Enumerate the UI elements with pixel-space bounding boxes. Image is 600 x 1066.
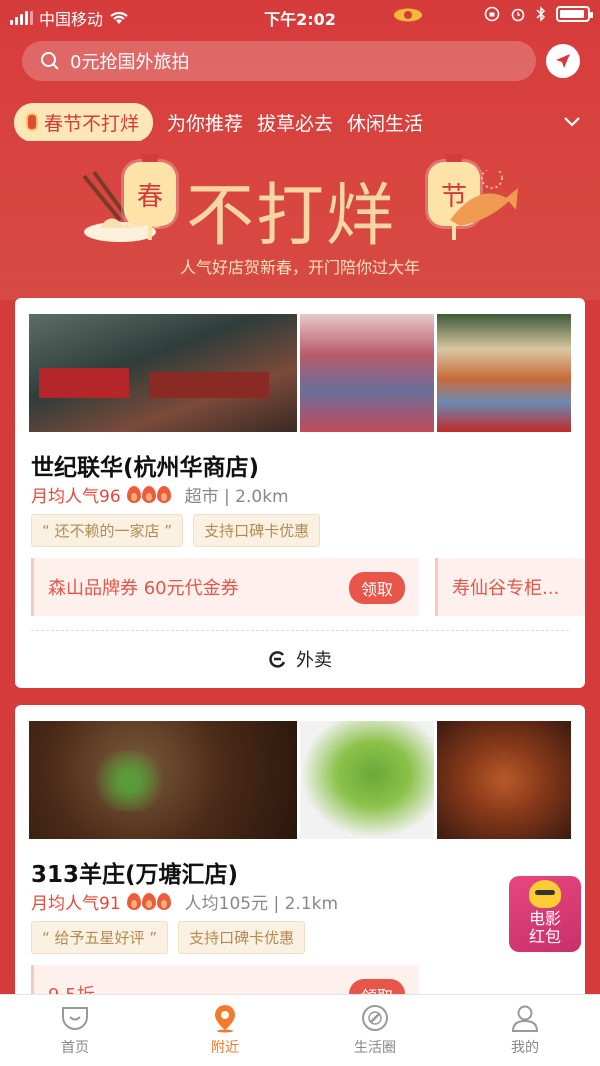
- battery-icon: [556, 6, 593, 22]
- shop-tags: “ 还不赖的一家店 ” 支持口碑卡优惠: [31, 514, 321, 547]
- claim-button[interactable]: 领取: [348, 572, 405, 604]
- rotation-lock-icon: [484, 6, 500, 22]
- compass-icon: [362, 1005, 388, 1031]
- shop-photo: [300, 721, 434, 839]
- alarm-icon: [511, 8, 525, 22]
- location-pin-icon: [215, 1005, 235, 1033]
- nav-life-circle-label: 生活圈: [354, 1040, 396, 1056]
- popularity-flames: [126, 893, 171, 910]
- nav-nearby-label: 附近: [211, 1040, 239, 1056]
- review-tag: “ 给予五星好评 ”: [31, 921, 169, 954]
- nav-mine-label: 我的: [511, 1040, 539, 1056]
- tab-leisure[interactable]: 休闲生活: [347, 109, 423, 136]
- tab-must-go[interactable]: 拔草必去: [257, 109, 333, 136]
- nav-nearby[interactable]: 附近: [150, 995, 300, 1066]
- flame-icon: [156, 486, 171, 503]
- flame-icon: [156, 893, 171, 910]
- coupon-list: 森山品牌券 60元代金券 领取 寿仙谷专柜...: [31, 558, 585, 616]
- locate-button[interactable]: [546, 44, 580, 78]
- tab-recommended[interactable]: 为你推荐: [167, 109, 243, 136]
- delivery-label: 外卖: [296, 650, 332, 671]
- lantern-spring: 春: [124, 154, 176, 240]
- flame-icon: [126, 893, 141, 910]
- shop-stats: 月均人气96 超市 | 2.0km: [31, 482, 289, 507]
- bottom-nav: 首页 附近 生活圈 我的: [0, 994, 600, 1066]
- shop-name[interactable]: 世纪联华(杭州华商店): [31, 448, 259, 482]
- search-icon: [41, 52, 59, 70]
- flame-icon: [141, 893, 156, 910]
- popularity-flames: [126, 486, 171, 503]
- bluetooth-icon: [536, 6, 546, 22]
- badge-line2: 红包: [528, 927, 561, 946]
- user-icon: [511, 1005, 539, 1032]
- nav-home-label: 首页: [61, 1040, 89, 1056]
- tabs-expand-button[interactable]: [558, 108, 586, 136]
- tab-label: 春节不打烊: [44, 112, 140, 135]
- takeout-icon: [269, 651, 286, 668]
- category-tabs: 春节不打烊 为你推荐 拔草必去 休闲生活: [14, 103, 534, 141]
- nav-mine[interactable]: 我的: [450, 995, 600, 1066]
- shop-photo: [437, 721, 571, 839]
- lantern-icon: [26, 113, 38, 131]
- shop-photo: [300, 314, 434, 432]
- review-tag: “ 还不赖的一家店 ”: [31, 514, 184, 547]
- banner-title: 不打烊: [186, 177, 397, 256]
- coupon-text: 寿仙谷专柜...: [452, 578, 560, 599]
- nav-life-circle[interactable]: 生活圈: [300, 995, 450, 1066]
- flame-icon: [141, 486, 156, 503]
- koi-fish-illustration: [450, 170, 518, 226]
- popularity-label: 月均人气96: [31, 487, 121, 507]
- coupon-item[interactable]: 寿仙谷专柜...: [435, 558, 585, 616]
- shop-photo: [29, 314, 297, 432]
- search-bar[interactable]: 0元抢国外旅拍: [22, 41, 536, 81]
- delivery-service[interactable]: 外卖: [15, 646, 585, 672]
- mascot-icon: [529, 880, 561, 908]
- banner-subtitle: 人气好店贺新春，开门陪你过大年: [179, 258, 420, 277]
- shop-card[interactable]: 313羊庄(万塘汇店) 月均人气91 人均105元 | 2.1km “ 给予五星…: [15, 705, 585, 1005]
- koubei-card-tag: 支持口碑卡优惠: [193, 514, 321, 547]
- eye-icon: [394, 8, 422, 22]
- koubei-card-tag: 支持口碑卡优惠: [178, 921, 306, 954]
- coupon-text: 森山品牌券 60元代金券: [48, 578, 239, 599]
- shop-photo: [437, 314, 571, 432]
- flame-icon: [126, 486, 141, 503]
- shop-meta: 人均105元 | 2.1km: [184, 894, 339, 914]
- movie-red-packet-button[interactable]: 电影 红包: [509, 876, 581, 952]
- shop-photos[interactable]: [29, 314, 571, 432]
- search-placeholder: 0元抢国外旅拍: [70, 52, 190, 73]
- shop-tags: “ 给予五星好评 ” 支持口碑卡优惠: [31, 921, 306, 954]
- badge-line1: 电影: [528, 909, 561, 928]
- home-icon: [62, 1007, 88, 1030]
- coupon-item[interactable]: 森山品牌券 60元代金券 领取: [31, 558, 419, 616]
- chevron-down-icon: [564, 117, 580, 127]
- shop-photo: [29, 721, 297, 839]
- shop-name[interactable]: 313羊庄(万塘汇店): [31, 855, 238, 889]
- navigation-arrow-icon: [556, 54, 570, 68]
- shop-card[interactable]: 世纪联华(杭州华商店) 月均人气96 超市 | 2.0km “ 还不赖的一家店 …: [15, 298, 585, 688]
- popularity-label: 月均人气91: [31, 894, 121, 914]
- festival-banner[interactable]: 春 不打烊 节 人气好店贺新春，开门陪你过大年: [0, 150, 600, 280]
- nav-home[interactable]: 首页: [0, 995, 150, 1066]
- shop-photos[interactable]: [29, 721, 571, 839]
- status-bar: 中国移动 下午2:02: [0, 0, 600, 32]
- tab-spring-festival[interactable]: 春节不打烊: [14, 103, 154, 141]
- shop-stats: 月均人气91 人均105元 | 2.1km: [31, 889, 338, 914]
- divider: [31, 630, 569, 631]
- shop-meta: 超市 | 2.0km: [184, 487, 289, 507]
